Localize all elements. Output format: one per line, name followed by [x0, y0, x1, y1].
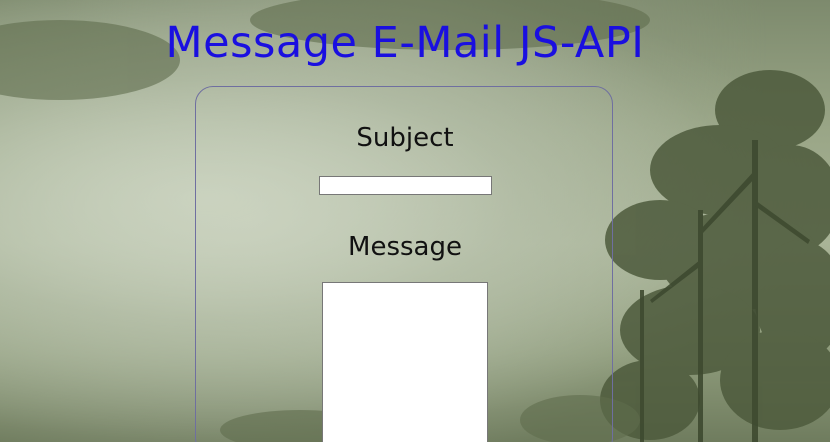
email-form-panel: Subject Message	[195, 86, 613, 442]
subject-label: Subject	[356, 123, 454, 153]
message-label: Message	[348, 232, 462, 262]
subject-input[interactable]	[319, 176, 492, 195]
page-title: Message E-Mail JS-API	[165, 18, 645, 68]
message-textarea[interactable]	[322, 282, 488, 442]
